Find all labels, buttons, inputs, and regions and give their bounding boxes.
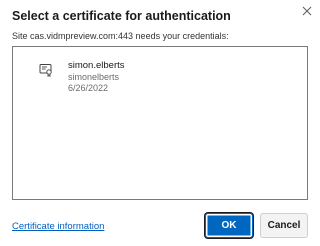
certificate-item[interactable]: simon.elberts simonelberts 6/26/2022 [25, 57, 295, 101]
ok-button[interactable]: OK [205, 213, 253, 238]
certificate-name: simon.elberts [68, 60, 125, 71]
dialog-title: Select a certificate for authentication [12, 9, 231, 23]
certificate-icon [39, 64, 52, 77]
close-icon [302, 6, 312, 16]
close-button[interactable] [298, 2, 316, 20]
certificate-issuer: simonelberts [68, 72, 120, 82]
cancel-button[interactable]: Cancel [260, 213, 308, 238]
certificate-dialog: Select a certificate for authentication … [0, 0, 320, 246]
dialog-subtitle: Site cas.vidmpreview.com:443 needs your … [12, 31, 229, 41]
certificate-list[interactable]: simon.elberts simonelberts 6/26/2022 [12, 46, 308, 200]
certificate-information-link[interactable]: Certificate information [12, 221, 104, 232]
certificate-date: 6/26/2022 [68, 83, 109, 93]
